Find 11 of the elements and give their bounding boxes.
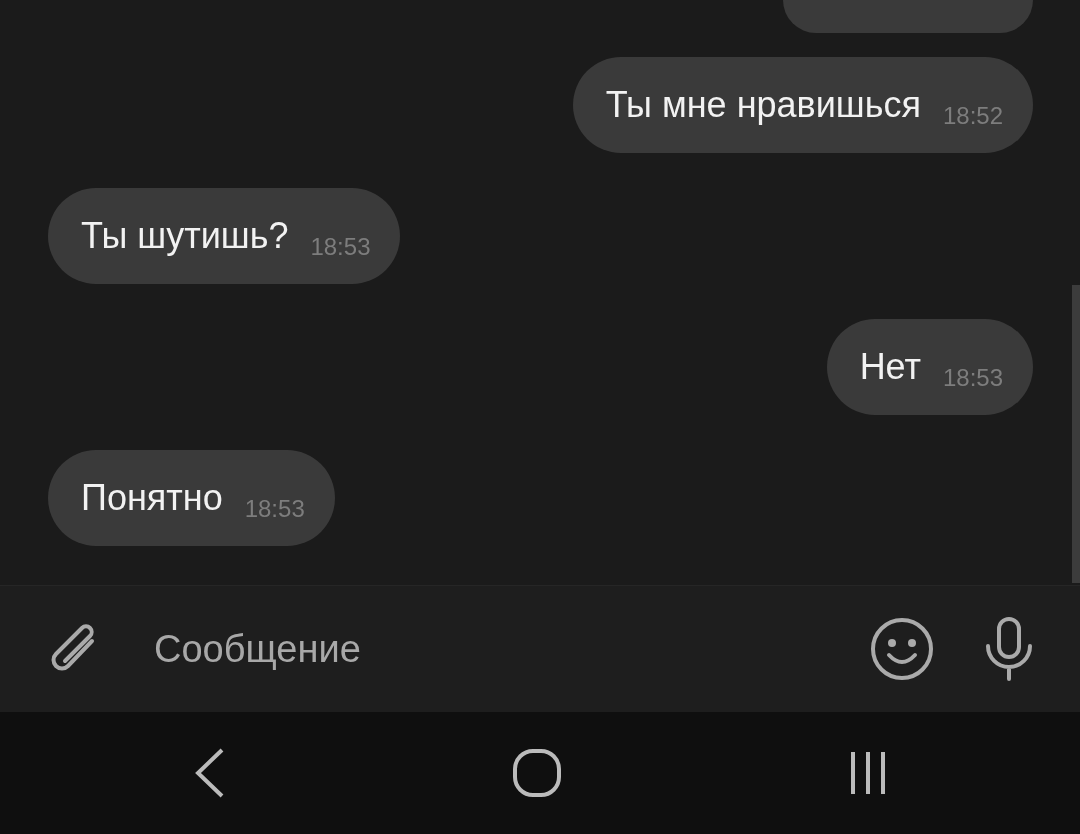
message-time: 18:53 <box>244 494 305 524</box>
message-text: Ты шутишь? <box>81 214 289 258</box>
home-icon[interactable] <box>513 749 561 797</box>
message-text: Нет <box>859 345 921 389</box>
message-time: 18:53 <box>310 232 371 262</box>
message-text: Понятно <box>81 476 223 520</box>
message-time: 18:53 <box>942 363 1003 393</box>
message-text: Ты мне нравишься <box>605 83 921 127</box>
message-time: 18:52 <box>942 101 1003 131</box>
emoji-icon[interactable] <box>870 617 934 681</box>
message-input[interactable]: Сообщение <box>152 619 752 679</box>
